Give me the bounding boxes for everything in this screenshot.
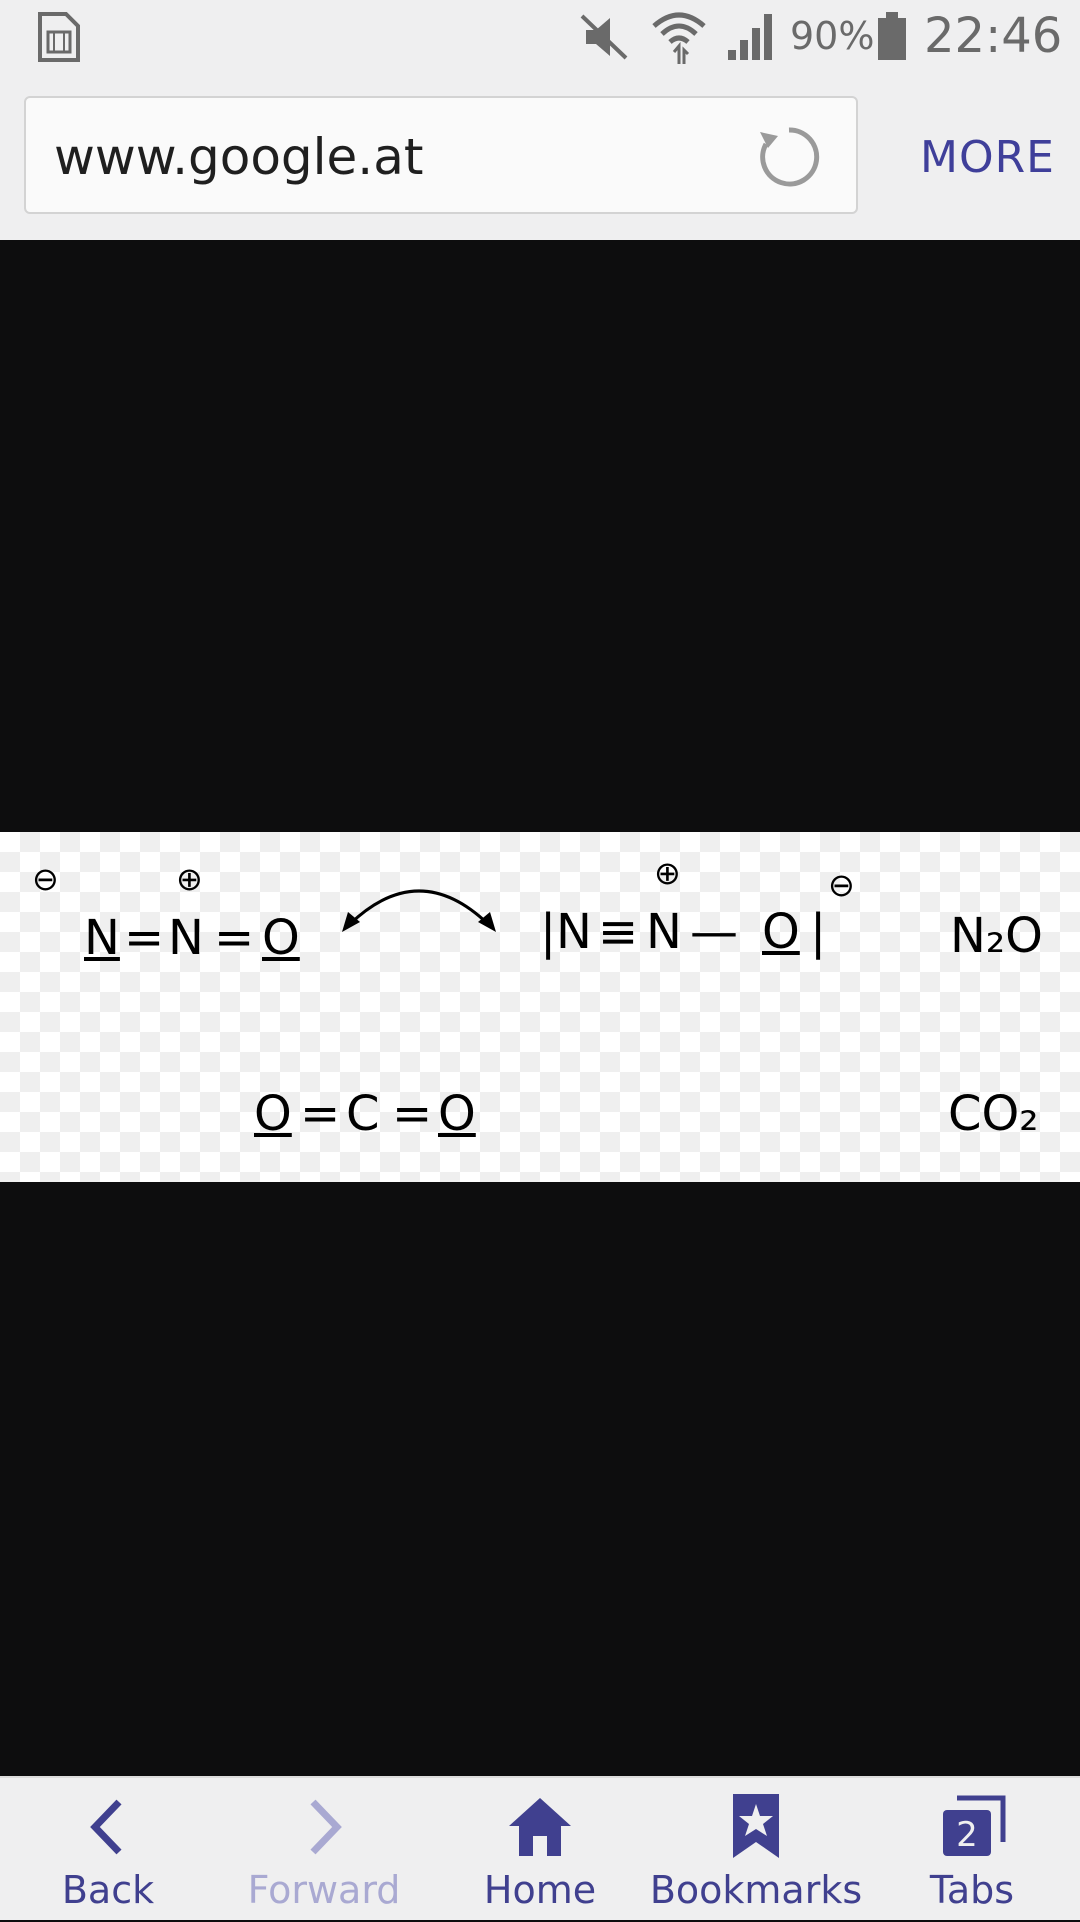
plus-charge-left: ⊕ <box>176 860 203 898</box>
sim-card-icon <box>38 12 80 62</box>
tabs-label: Tabs <box>929 1868 1015 1912</box>
bond-single: — <box>690 904 738 960</box>
forward-button[interactable]: Forward <box>216 1778 432 1922</box>
more-button[interactable]: MORE <box>920 132 1055 183</box>
bookmark-icon <box>733 1794 779 1858</box>
wifi-icon <box>652 12 706 64</box>
clock: 22:46 <box>924 8 1063 64</box>
bond-double-co2-1: = <box>300 1086 341 1142</box>
atom-o2-co2: O <box>438 1086 476 1142</box>
back-icon <box>90 1799 122 1855</box>
minus-charge-left: ⊖ <box>32 860 59 898</box>
forward-icon <box>310 1799 342 1855</box>
battery-icon <box>878 12 906 60</box>
battery-percent: 90% <box>790 14 875 58</box>
bond-double-2: = <box>214 910 255 966</box>
atom-o-right: O <box>762 904 800 960</box>
atom-n2-left: N <box>168 910 204 966</box>
reload-icon[interactable] <box>754 122 824 192</box>
tabs-button[interactable]: 2 Tabs <box>864 1778 1080 1922</box>
chemistry-image[interactable]: ⊖ ⊕ N = N = O ⊕ ⊖ | N ≡ N — O | N₂O O = … <box>0 832 1080 1182</box>
status-bar: 90% 22:46 <box>0 0 1080 76</box>
lone-pair-right: | <box>810 904 827 960</box>
atom-n1-right: N <box>556 904 592 960</box>
bottom-navigation: Back Forward Home Bookmarks 2 Tabs <box>0 1776 1080 1920</box>
back-label: Back <box>61 1868 155 1912</box>
bond-double-co2-2: = <box>392 1086 433 1142</box>
minus-charge-right: ⊖ <box>828 866 855 904</box>
home-label: Home <box>483 1868 597 1912</box>
signal-icon <box>728 14 772 60</box>
web-content: ⊖ ⊕ N = N = O ⊕ ⊖ | N ≡ N — O | N₂O O = … <box>0 240 1080 1776</box>
back-button[interactable]: Back <box>0 1778 216 1922</box>
bookmarks-button[interactable]: Bookmarks <box>648 1778 864 1922</box>
formula-n2o: N₂O <box>950 908 1043 964</box>
tabs-count: 2 <box>956 1815 978 1855</box>
atom-c-co2: C <box>346 1086 380 1142</box>
atom-o-left: O <box>262 910 300 966</box>
home-icon <box>509 1798 571 1856</box>
url-text[interactable]: www.google.at <box>54 128 423 186</box>
home-button[interactable]: Home <box>432 1778 648 1922</box>
bookmarks-label: Bookmarks <box>649 1868 863 1912</box>
atom-n1-left: N <box>84 910 120 966</box>
lone-pair-left: | <box>540 904 557 960</box>
plus-charge-right: ⊕ <box>654 854 681 892</box>
browser-toolbar: www.google.at MORE <box>0 76 1080 240</box>
resonance-arrow-icon <box>342 889 496 932</box>
atom-o1-co2: O <box>254 1086 292 1142</box>
forward-label: Forward <box>247 1868 401 1912</box>
atom-n2-right: N <box>646 904 682 960</box>
formula-co2: CO₂ <box>948 1086 1039 1142</box>
mute-icon <box>580 14 628 60</box>
bond-triple: ≡ <box>598 904 639 960</box>
bond-double-1: = <box>124 910 165 966</box>
address-bar[interactable]: www.google.at <box>24 96 858 214</box>
tabs-icon: 2 <box>943 1795 1006 1856</box>
